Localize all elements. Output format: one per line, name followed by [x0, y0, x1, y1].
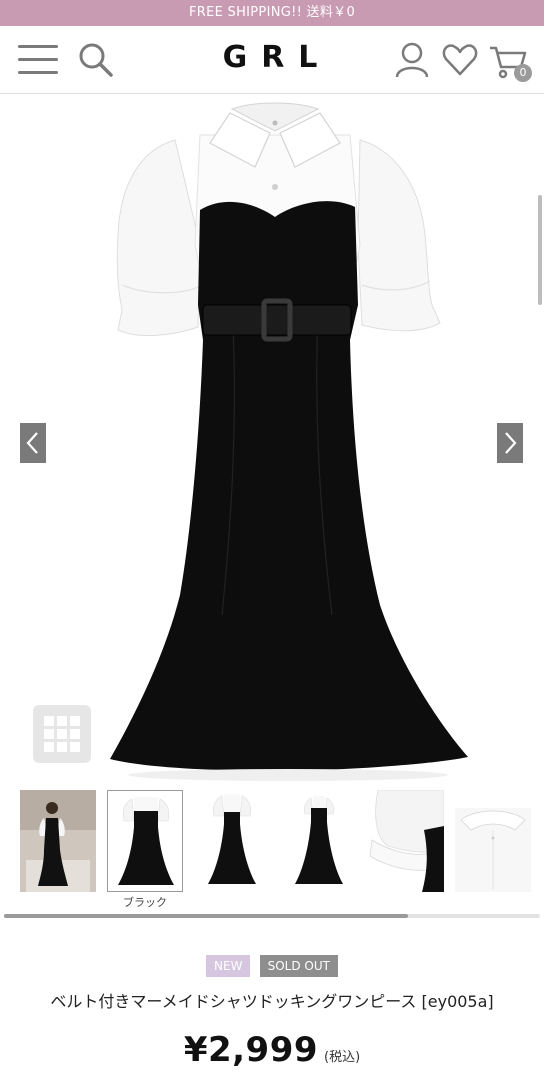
- next-section-peek: [218, 1074, 338, 1080]
- grid-view-button[interactable]: [33, 705, 91, 763]
- promo-text: FREE SHIPPING!! 送料￥0: [188, 5, 356, 20]
- chevron-left-icon: [26, 432, 38, 454]
- site-header: GRL 0: [0, 26, 544, 94]
- thumbnail-scrollbar-thumb[interactable]: [4, 914, 408, 918]
- status-badges: NEW SOLD OUT: [0, 955, 544, 977]
- chevron-right-icon: [505, 432, 517, 454]
- thumbnail-model[interactable]: [20, 790, 96, 892]
- product-main-image[interactable]: [0, 95, 544, 785]
- heart-icon[interactable]: [441, 40, 479, 80]
- product-title: ベルト付きマーメイドシャツドッキングワンピース [ey005a]: [50, 992, 494, 1011]
- page-scrollbar[interactable]: [538, 195, 542, 305]
- thumbnail-front-3[interactable]: [281, 790, 357, 892]
- next-image-button[interactable]: [497, 423, 523, 463]
- thumbnail-front-2[interactable]: [194, 790, 270, 892]
- user-icon[interactable]: [394, 40, 430, 80]
- thumbnail-sleeve-detail[interactable]: [368, 790, 444, 892]
- active-color-caption: ブラック: [123, 896, 167, 909]
- sold-out-badge: SOLD OUT: [259, 955, 338, 977]
- cart-count-badge: 0: [514, 64, 532, 82]
- product-price: ¥2,999: [183, 1030, 319, 1070]
- thumbnail-strip[interactable]: ブラック: [0, 788, 544, 912]
- new-badge: NEW: [206, 955, 251, 977]
- prev-image-button[interactable]: [20, 423, 46, 463]
- thumbnail-front-black[interactable]: [107, 790, 183, 892]
- thumbnail-collar-back[interactable]: [455, 790, 531, 892]
- product-image-gallery[interactable]: [0, 95, 544, 785]
- thumbnail-scrollbar[interactable]: [4, 914, 540, 918]
- tax-note: (税込): [324, 1050, 361, 1065]
- grid-icon: [44, 716, 80, 752]
- price-row: ¥2,999 (税込): [0, 1030, 544, 1070]
- promo-banner[interactable]: FREE SHIPPING!! 送料￥0: [0, 0, 544, 26]
